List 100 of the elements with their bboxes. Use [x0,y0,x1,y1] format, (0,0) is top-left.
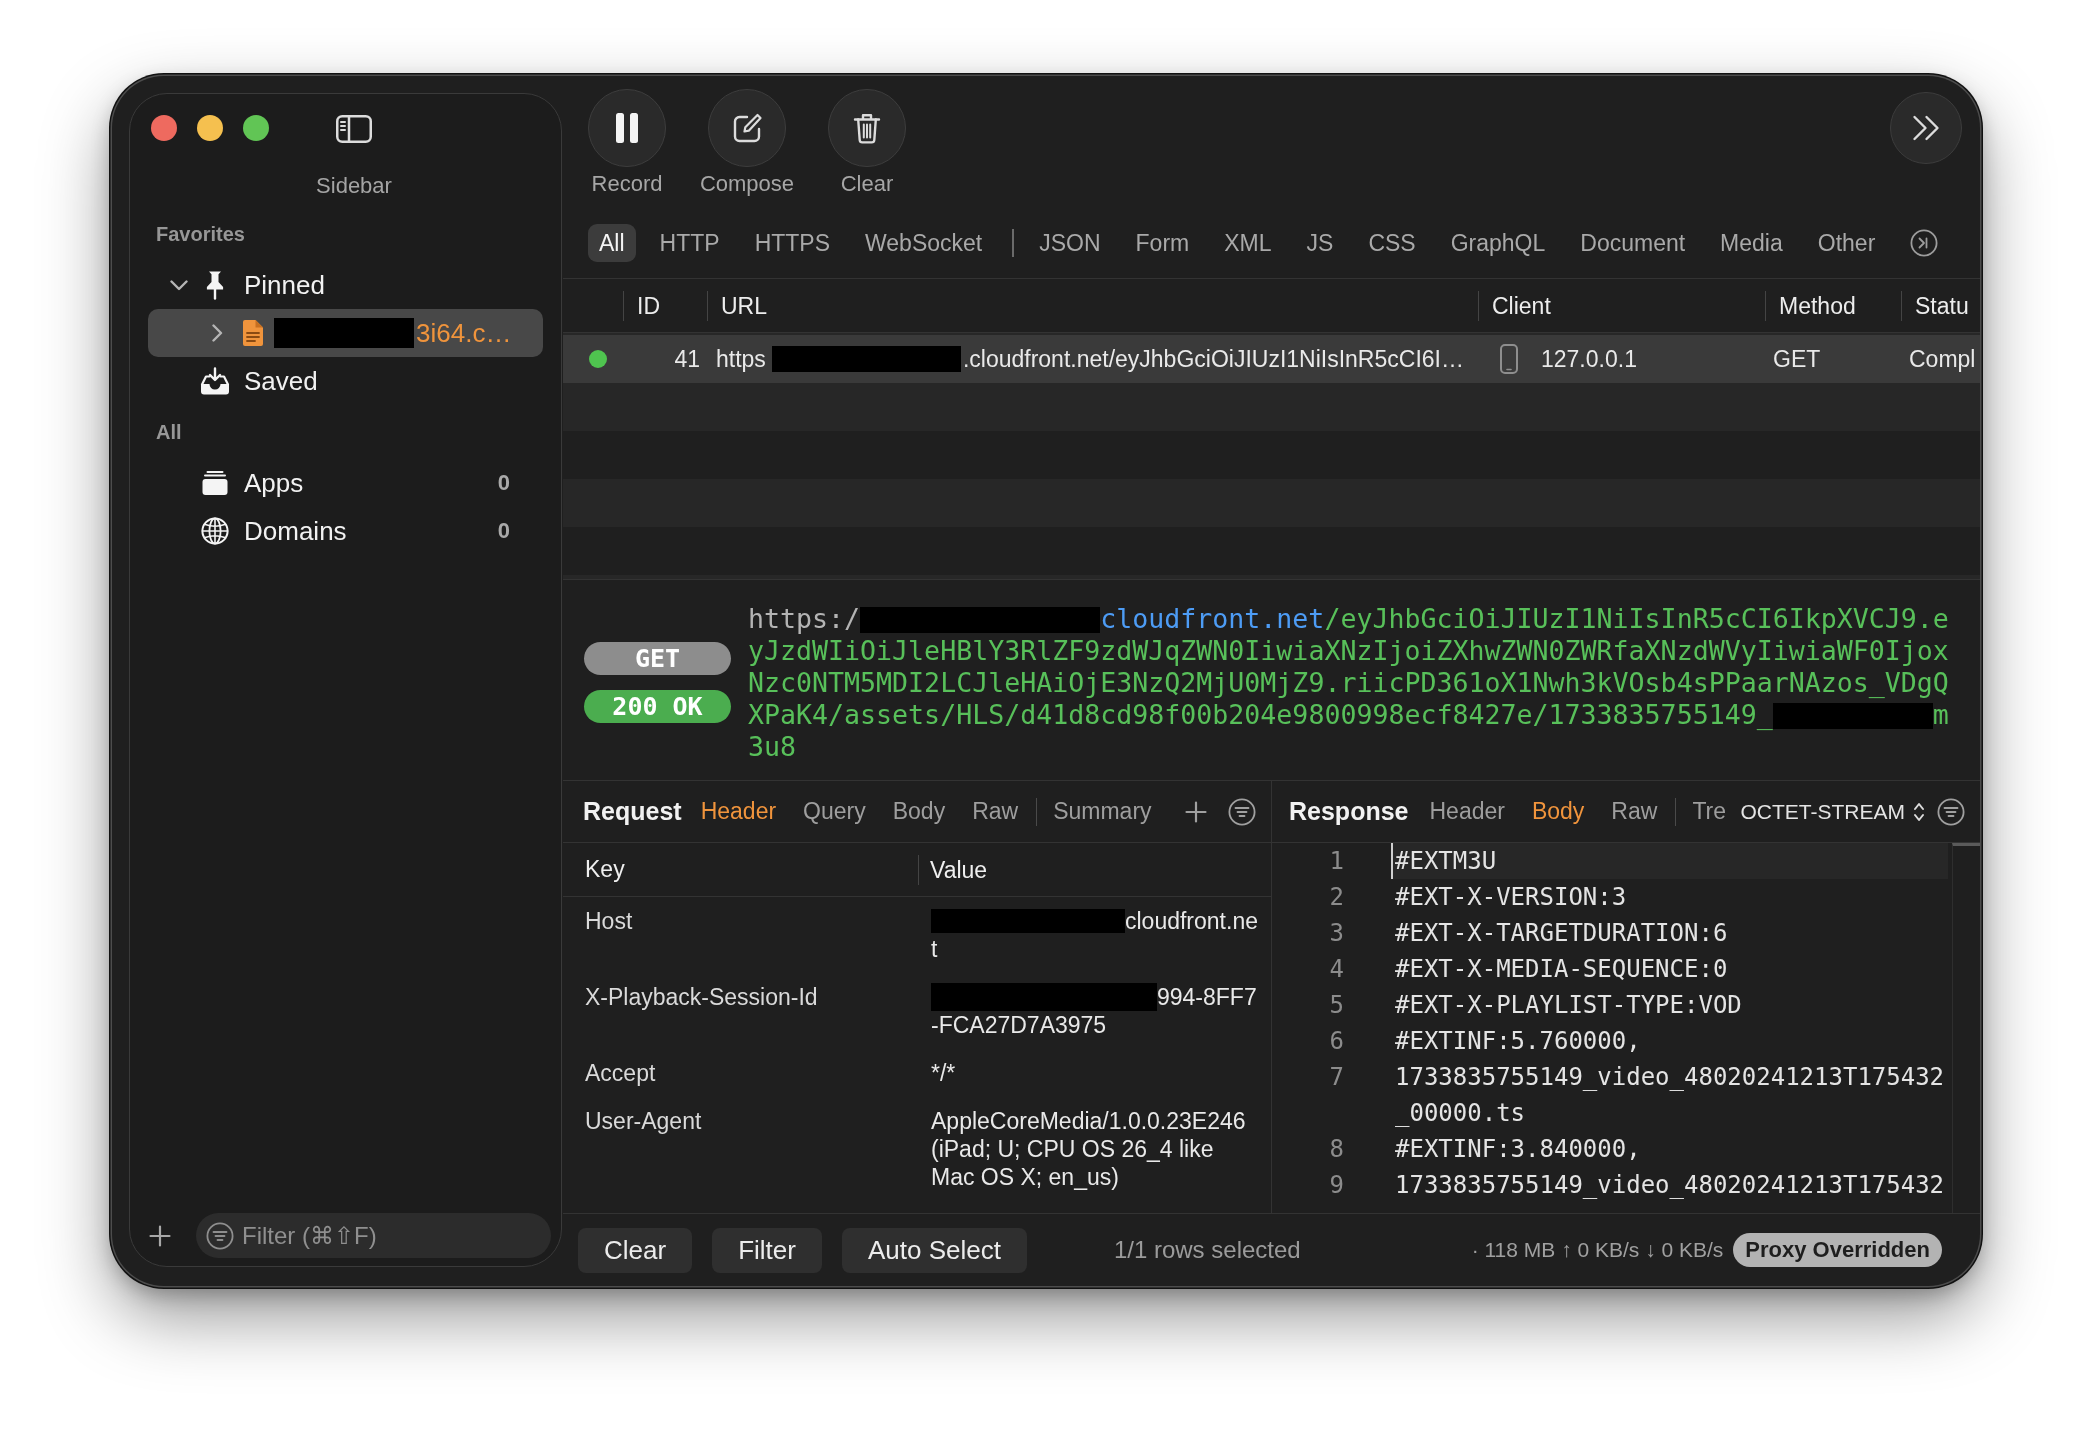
toolbar-label: Clear [840,171,894,197]
header-key: Accept [585,1060,656,1086]
url-text: https [716,345,766,373]
filter-tab[interactable]: All [588,224,636,262]
sidebar-button[interactable] [336,115,372,143]
filter-tab[interactable]: WebSocket [854,224,994,262]
panel-tab[interactable]: Raw [1611,798,1658,825]
header-value: 994-8FF7-FCA27D7A3975 [931,983,1258,1039]
code-line: #EXT-X-MEDIA-SEQUENCE:0 [1394,954,1729,985]
panel-tab[interactable]: Header [1429,798,1505,825]
tree-item[interactable]: Saved [148,357,543,405]
filter-button[interactable] [1228,797,1256,826]
document-icon [242,319,264,347]
filter-tab[interactable]: JS [1295,224,1345,262]
panel-tab[interactable]: Raw [972,798,1019,825]
section-title: All [156,420,182,445]
header-key: X-Playback-Session-Id [585,984,818,1010]
filter-tab[interactable]: Media [1709,224,1794,262]
column-header[interactable]: Value [930,856,988,883]
line-number: 7 [1329,1063,1344,1091]
header-key: User-Agent [585,1108,702,1134]
header-key: Host [585,908,633,934]
clear-button[interactable]: Clear [578,1227,693,1273]
window-zoom-button[interactable] [243,115,269,141]
code-line: #EXTINF:5.760000, [1394,1026,1642,1057]
filter-tab[interactable]: HTTP [648,224,731,262]
request-url: https:/ cloudfront.net/eyJhbGciOiJIUzI1NiIsInR5cCI6IkpXVCJ9.eyJzdWIiOiJleHBlY3RlZF9zdWJqZWN0IiwiaXNzIjoiZXhwZWN0ZWRfaXNzdWVyIiwiaWF0IjoxNzc0NTM5MDI2LCJleHAiOjE3NzQ2MjU0MjZ9.riicPD361oX1Nwh3kVOsb4sPPaarNAzos_VDgQXPaK4/assets/HLS/d41d8cd98f00b204e9800998ecf8427e/1733835755149_ m3u8 [748,603,1950,763]
filter-icon [206,1221,234,1250]
filter-button[interactable]: Filter [712,1227,822,1273]
line-number: 6 [1329,1027,1344,1055]
panel-tab[interactable]: Summary [1053,798,1152,825]
add-button[interactable] [149,1224,171,1247]
filter-icon [1937,797,1965,826]
table-row[interactable]: 41 https .cloudfront.net/eyJhbGciOiJIUzI1NiIsInR5cCI6I… 127.0.0.1 GET Compl [563,335,1980,383]
scrollbar[interactable] [1952,843,1980,1213]
proxy-badge: Proxy Overridden [1733,1233,1942,1267]
toolbar-label: Compose [699,171,795,197]
toolbar-label: Record [591,171,663,197]
filter-tab[interactable]: GraphQL [1439,224,1557,262]
filter-tab[interactable]: XML [1213,224,1283,262]
url-text: .cloudfront.net/eyJhbGciOiJIUzI1NiIsInR5cCI6I… [962,345,1464,373]
line-number: 8 [1329,1135,1344,1163]
column-header[interactable]: URL [721,292,767,319]
line-number: 1 [1329,847,1344,875]
chevron-right-icon[interactable] [211,324,223,342]
panel-tab[interactable]: Tre [1692,798,1727,825]
code-line: #EXT-X-VERSION:3 [1394,882,1628,913]
globe-icon [201,517,229,545]
filter-button[interactable] [1937,797,1965,826]
auto-select-button[interactable]: Auto Select [841,1227,1027,1273]
request-method: GET [1773,345,1821,373]
filter-tab[interactable]: JSON [1028,224,1112,262]
phone-icon [1500,344,1518,374]
panel-tab[interactable]: Body [1531,798,1585,825]
method-badge: GET [584,642,731,675]
code-line: #EXT-X-TARGETDURATION:6 [1394,918,1729,949]
trash-icon [853,112,881,144]
request-id: 41 [674,345,700,373]
status-badge: 200 OK [584,690,731,723]
format-dropdown[interactable]: OCTET-STREAM [1740,799,1925,824]
column-header[interactable]: ID [637,292,660,319]
column-header[interactable]: Client [1492,292,1551,319]
header-value: cloudfront.net [931,907,1259,963]
double-chevron-icon [1912,115,1940,141]
window-close-button[interactable] [151,115,177,141]
line-number: 5 [1329,991,1344,1019]
compose-icon [731,112,763,144]
panel-tab[interactable]: Query [803,798,866,825]
tree-item[interactable]: 3i64.c… [148,309,543,357]
filter-tab[interactable]: Document [1569,224,1697,262]
toolbar-label: Sidebar [316,173,392,199]
panel-tab[interactable]: Body [892,798,946,825]
filter-tab[interactable]: Other [1806,224,1887,262]
header-value: AppleCoreMedia/1.0.0.23E246 (iPad; U; CPU OS 26_4 like Mac OS X; en_us) [931,1107,1247,1191]
tree-item[interactable]: Apps 0 [148,459,543,507]
filter-tab[interactable]: Form [1124,224,1201,262]
line-number: 3 [1329,919,1344,947]
filter-tab[interactable]: HTTPS [743,224,841,262]
header-value: */* [931,1059,957,1087]
plus-icon [149,1224,171,1247]
panel-tab[interactable]: Header [700,798,777,825]
column-header[interactable]: Statu [1915,292,1969,319]
request-status: Compl [1909,345,1976,373]
client-address: 127.0.0.1 [1541,345,1637,373]
chevron-circle-icon[interactable] [1910,229,1939,257]
add-button[interactable] [1185,800,1207,823]
selection-status: 1/1 rows selected [1113,1236,1301,1264]
tray-icon [200,367,230,395]
window-minimize-button[interactable] [197,115,223,141]
panel-title: Request [583,797,682,826]
filter-tab[interactable]: CSS [1357,224,1427,262]
chevron-down-icon[interactable] [170,279,188,291]
column-header[interactable]: Key [585,856,625,882]
item-count: 0 [497,518,510,544]
code-line: #EXTINF:3.840000, [1394,1134,1642,1165]
line-number: 2 [1329,883,1344,911]
column-header[interactable]: Method [1779,292,1856,319]
tree-item[interactable]: Domains 0 [148,507,543,555]
tree-item[interactable]: Pinned [148,261,543,309]
filter-field[interactable]: Filter (⌘⇧F) [196,1213,551,1258]
